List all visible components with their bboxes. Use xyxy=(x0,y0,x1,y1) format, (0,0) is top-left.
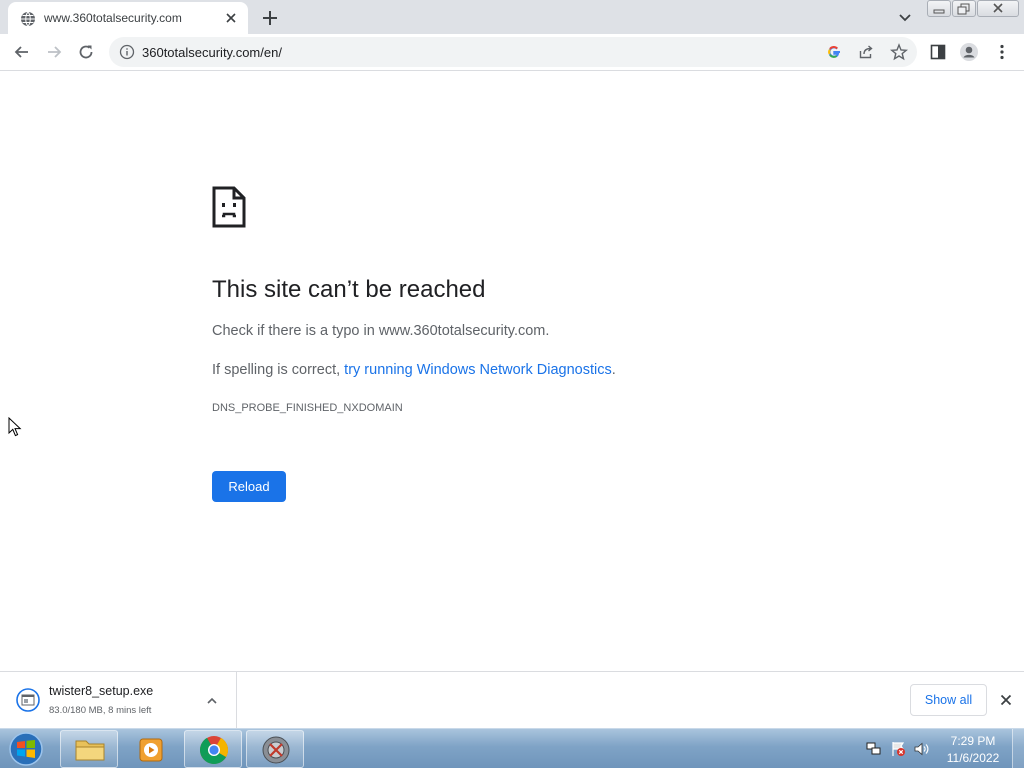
close-icon[interactable] xyxy=(998,692,1014,708)
chrome-icon xyxy=(200,736,228,764)
download-item[interactable]: twister8_setup.exe 83.0/180 MB, 8 mins l… xyxy=(0,672,237,728)
url-text: 360totalsecurity.com/en/ xyxy=(142,45,282,60)
close-window-button[interactable] xyxy=(977,0,1019,17)
browser-toolbar: 360totalsecurity.com/en/ xyxy=(0,34,1024,71)
installer-file-icon xyxy=(16,688,40,712)
chevron-down-icon[interactable] xyxy=(896,8,914,26)
show-all-downloads-button[interactable]: Show all xyxy=(910,684,987,716)
taskbar-chrome[interactable] xyxy=(184,730,242,768)
globe-icon xyxy=(21,11,35,27)
forward-arrow-icon[interactable] xyxy=(44,42,64,62)
action-center-flag-icon[interactable] xyxy=(890,741,906,757)
taskbar-file-explorer[interactable] xyxy=(60,730,118,768)
clock-date[interactable]: 11/6/2022 xyxy=(944,751,1002,765)
folder-icon xyxy=(75,740,105,761)
error-code: DNS_PROBE_FINISHED_NXDOMAIN xyxy=(212,402,403,414)
side-panel-icon[interactable] xyxy=(928,42,948,62)
minimize-window-button[interactable] xyxy=(927,0,951,17)
windows-taskbar: 7:29 PM 11/6/2022 xyxy=(0,728,1024,769)
diagnostics-suffix: . xyxy=(611,362,616,378)
tool-app-icon xyxy=(262,736,290,764)
error-title: This site can’t be reached xyxy=(212,276,486,303)
close-icon xyxy=(993,3,1003,13)
download-status: 83.0/180 MB, 8 mins left xyxy=(49,705,152,716)
media-player-icon xyxy=(139,738,163,762)
clock-time[interactable]: 7:29 PM xyxy=(946,734,1000,748)
new-tab-icon[interactable] xyxy=(260,8,280,28)
reload-button[interactable]: Reload xyxy=(212,471,286,502)
sad-file-icon xyxy=(212,186,246,228)
minimize-icon xyxy=(933,9,945,14)
tab-strip: www.360totalsecurity.com xyxy=(0,0,1024,34)
mouse-cursor-icon xyxy=(8,417,22,437)
diagnostics-suggestion: If spelling is correct, try running Wind… xyxy=(212,362,616,378)
network-diagnostics-link[interactable]: try running Windows Network Diagnostics xyxy=(344,362,612,378)
star-icon[interactable] xyxy=(890,43,908,61)
page-content: This site can’t be reached Check if ther… xyxy=(0,72,1024,671)
show-desktop-button[interactable] xyxy=(1012,729,1024,769)
reload-icon[interactable] xyxy=(76,42,96,62)
taskbar-app-tool[interactable] xyxy=(246,730,304,768)
tab-title: www.360totalsecurity.com xyxy=(44,11,182,25)
more-menu-icon[interactable] xyxy=(992,42,1012,62)
back-arrow-icon[interactable] xyxy=(12,42,32,62)
restore-window-button[interactable] xyxy=(952,0,976,17)
profile-avatar-icon[interactable] xyxy=(959,42,979,62)
download-file-name: twister8_setup.exe xyxy=(49,684,154,698)
taskbar-media-player[interactable] xyxy=(122,730,180,768)
google-icon[interactable] xyxy=(826,44,842,60)
download-shelf: twister8_setup.exe 83.0/180 MB, 8 mins l… xyxy=(0,671,1024,728)
typo-suggestion: Check if there is a typo in www.360total… xyxy=(212,323,550,339)
restore-icon xyxy=(957,3,970,15)
chevron-up-icon[interactable] xyxy=(205,694,219,708)
info-icon[interactable] xyxy=(119,44,135,60)
close-tab-icon[interactable] xyxy=(223,10,239,26)
share-icon[interactable] xyxy=(858,44,874,60)
diagnostics-prefix: If spelling is correct, xyxy=(212,362,345,378)
browser-tab[interactable]: www.360totalsecurity.com xyxy=(8,2,248,34)
address-bar[interactable]: 360totalsecurity.com/en/ xyxy=(109,37,917,67)
volume-tray-icon[interactable] xyxy=(914,741,930,757)
start-button-icon[interactable] xyxy=(7,731,45,767)
network-tray-icon[interactable] xyxy=(866,741,882,757)
